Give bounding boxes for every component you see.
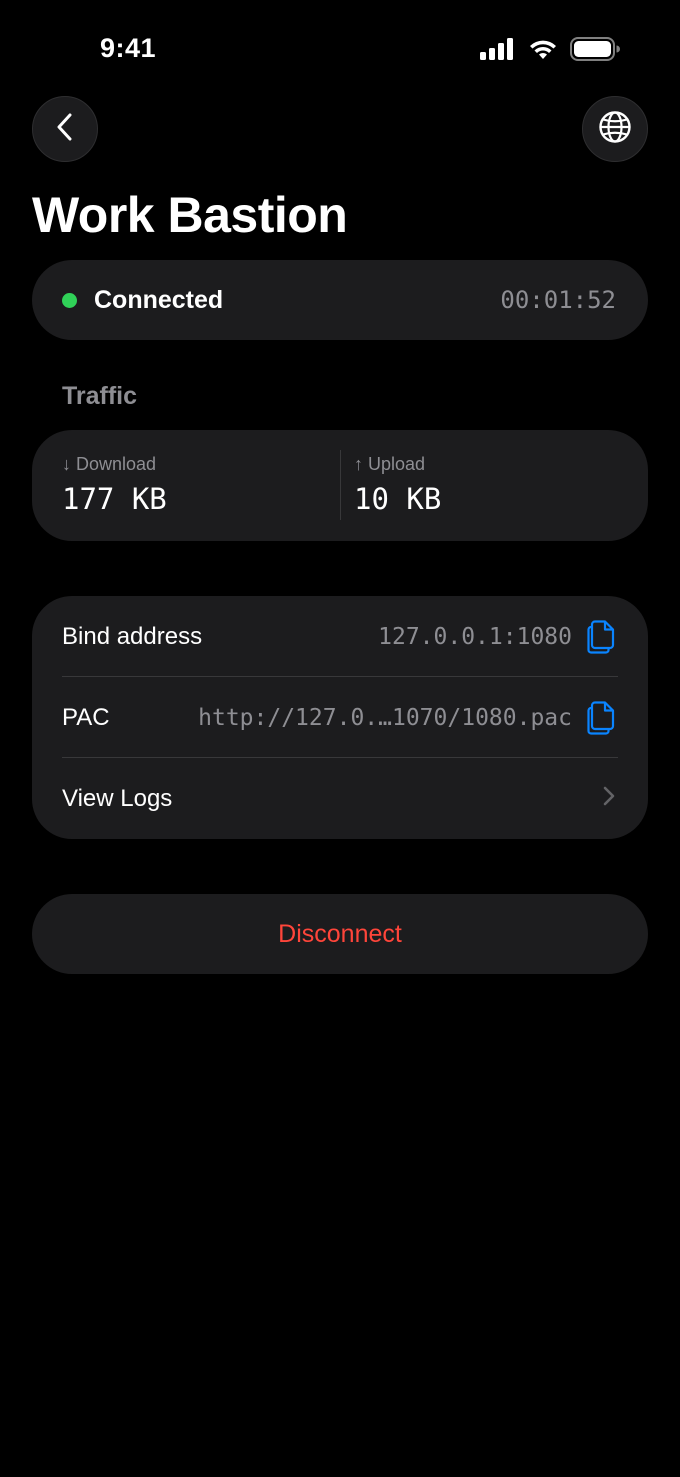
upload-value: 10 KB xyxy=(354,482,442,516)
details-card: Bind address 127.0.0.1:1080 PAC http://1… xyxy=(32,596,648,839)
view-logs-label: View Logs xyxy=(62,784,173,812)
traffic-divider xyxy=(340,450,341,520)
pac-row: PAC http://127.0.…1070/1080.pac xyxy=(32,677,648,758)
download-value: 177 KB xyxy=(62,482,167,516)
view-logs-row[interactable]: View Logs xyxy=(32,758,648,839)
arrow-up-icon: ↑ xyxy=(354,454,363,474)
status-indicator-dot xyxy=(62,292,77,308)
status-time: 9:41 xyxy=(100,33,157,63)
disconnect-button[interactable]: Disconnect xyxy=(32,894,648,974)
globe-button[interactable] xyxy=(582,96,648,162)
status-bar: 9:41 xyxy=(0,0,680,100)
connection-timer: 00:01:52 xyxy=(500,286,616,314)
back-button[interactable] xyxy=(32,96,98,162)
upload-label: Upload xyxy=(368,454,426,474)
traffic-section-header: Traffic xyxy=(62,382,138,410)
upload-stat: ↑ Upload 10 KB xyxy=(342,430,634,541)
page-title: Work Bastion xyxy=(32,187,348,243)
pac-url-value: http://127.0.…1070/1080.pac xyxy=(198,704,572,731)
chevron-left-icon xyxy=(55,112,75,147)
pac-label: PAC xyxy=(62,703,110,731)
download-caption: ↓ Download xyxy=(62,454,156,475)
download-label: Download xyxy=(76,454,157,474)
connection-status-label: Connected xyxy=(94,285,224,314)
traffic-card: ↓ Download 177 KB ↑ Upload 10 KB xyxy=(32,430,648,541)
battery-icon xyxy=(570,37,620,66)
bind-address-row: Bind address 127.0.0.1:1080 xyxy=(32,596,648,677)
arrow-down-icon: ↓ xyxy=(62,454,71,474)
status-icons xyxy=(480,37,620,66)
wifi-icon xyxy=(528,38,558,65)
copy-pac-url-icon[interactable] xyxy=(586,700,616,735)
bind-address-value: 127.0.0.1:1080 xyxy=(378,623,572,650)
download-stat: ↓ Download 177 KB xyxy=(32,430,324,541)
bind-address-label: Bind address xyxy=(62,622,203,650)
connection-status-card: Connected 00:01:52 xyxy=(32,260,648,340)
copy-bind-address-icon[interactable] xyxy=(586,619,616,654)
chevron-right-icon xyxy=(602,785,616,812)
globe-icon xyxy=(598,110,632,149)
cellular-signal-icon xyxy=(480,38,516,65)
upload-caption: ↑ Upload xyxy=(354,454,425,475)
